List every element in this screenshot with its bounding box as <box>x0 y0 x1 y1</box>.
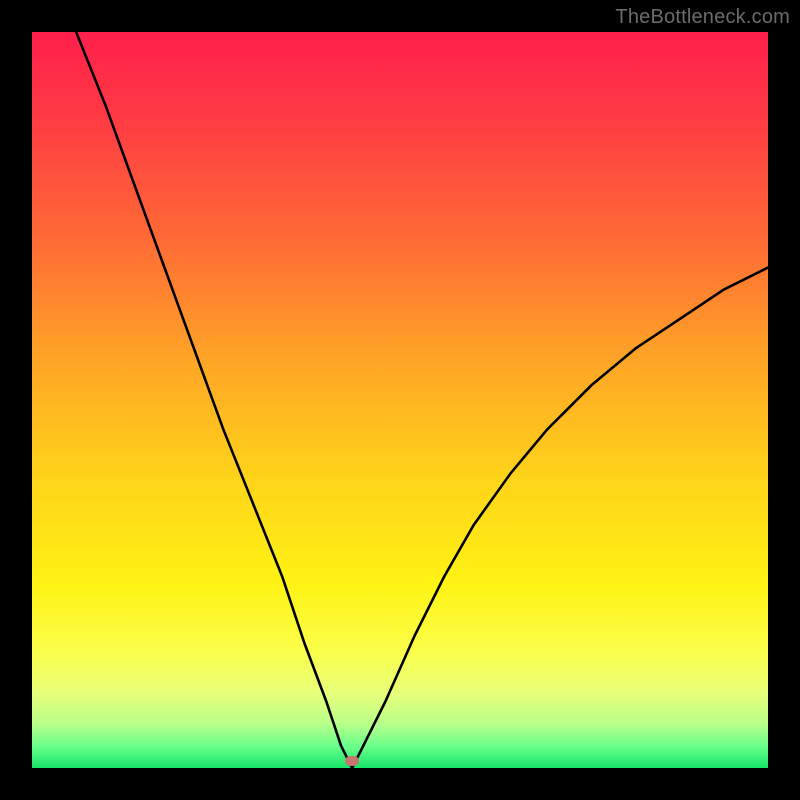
bottleneck-curve <box>32 32 768 768</box>
chart-frame: TheBottleneck.com <box>0 0 800 800</box>
minimum-marker <box>345 756 359 766</box>
watermark-text: TheBottleneck.com <box>615 6 790 29</box>
plot-area <box>32 32 768 768</box>
